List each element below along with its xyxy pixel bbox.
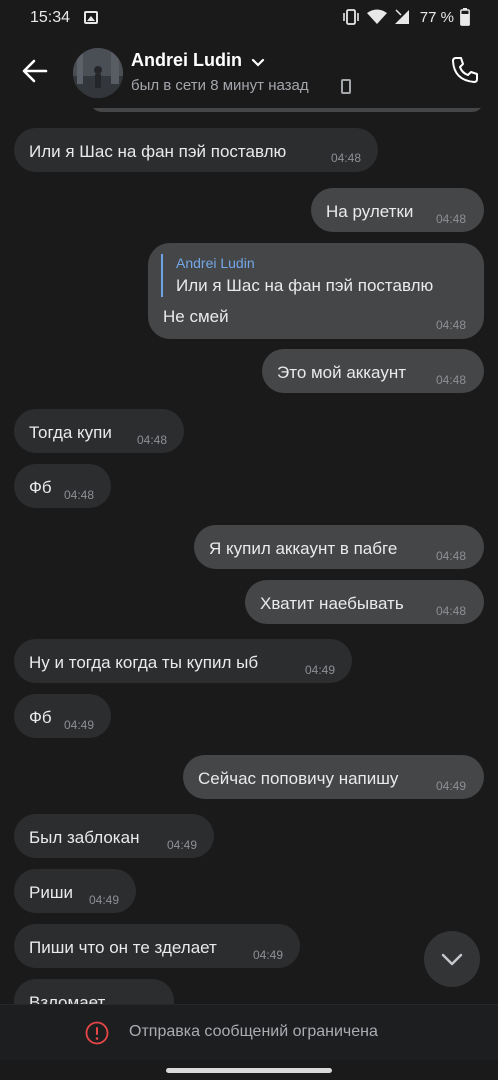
- message-text: Был заблокан: [29, 828, 140, 847]
- message-time: 04:49: [305, 663, 336, 677]
- message-text: На рулетки: [326, 202, 414, 221]
- vibrate-icon: [342, 9, 359, 25]
- message-incoming[interactable]: Или я Шас на фан пэй поставлю 04:48: [14, 128, 378, 172]
- message-time: 04:48: [436, 212, 467, 226]
- message-list[interactable]: Или я Шас на фан пэй поставлю 04:48 На р…: [0, 108, 498, 1006]
- message-text: Ну и тогда когда ты купил ыб: [29, 653, 259, 672]
- message-incoming[interactable]: Риши 04:49: [14, 869, 136, 913]
- avatar[interactable]: [73, 48, 123, 98]
- reply-quoted-text: Или я Шас на фан пэй поставлю: [176, 276, 434, 295]
- wifi-icon: [366, 9, 387, 24]
- message-time: 04:48: [64, 488, 95, 502]
- message-time: 04:49: [253, 948, 284, 962]
- signal-icon: [394, 9, 409, 24]
- message-text: Пиши что он те зделает: [29, 938, 217, 957]
- mobile-device-icon: [341, 79, 351, 94]
- arrow-left-icon[interactable]: [18, 54, 52, 88]
- status-time: 15:34: [30, 9, 71, 26]
- message-time: 04:48: [137, 433, 168, 447]
- message-incoming[interactable]: Тогда купи 04:48: [14, 409, 184, 453]
- message-text: Хватит наебывать: [260, 594, 404, 613]
- navigation-gesture-bar[interactable]: [166, 1068, 332, 1073]
- status-indicators: 77 %: [342, 8, 470, 26]
- message-text: Фб: [29, 478, 52, 497]
- scroll-to-bottom-button[interactable]: [424, 931, 480, 987]
- message-text: Фб: [29, 708, 52, 727]
- status-bar: 15:34 77 %: [0, 0, 498, 36]
- message-incoming[interactable]: Фб 04:49: [14, 694, 111, 738]
- message-incoming[interactable]: Был заблокан 04:49: [14, 814, 214, 858]
- reply-author: Andrei Ludin: [176, 255, 255, 271]
- message-incoming-partial[interactable]: Взломает: [14, 979, 174, 1006]
- message-outgoing[interactable]: Это мой аккаунт 04:48: [262, 349, 484, 393]
- message-time: 04:48: [436, 549, 467, 563]
- message-outgoing-reply[interactable]: Andrei Ludin Или я Шас на фан пэй постав…: [148, 243, 484, 339]
- message-time: 04:49: [64, 718, 95, 732]
- message-text: Сейчас поповичу напишу: [198, 769, 399, 788]
- exclamation-circle-icon: [85, 1021, 109, 1045]
- message-time: 04:49: [89, 893, 120, 907]
- message-text: Не смей: [163, 307, 229, 326]
- message-text: Я купил аккаунт в пабге: [209, 539, 398, 558]
- gallery-notification-icon: [84, 11, 98, 24]
- reply-quote-bar: [161, 254, 163, 297]
- message-time: 04:49: [167, 838, 198, 852]
- chevron-down-icon[interactable]: [251, 56, 265, 70]
- message-incoming[interactable]: Пиши что он те зделает 04:49: [14, 924, 300, 968]
- message-text: Это мой аккаунт: [277, 363, 406, 382]
- message-time: 04:48: [436, 318, 467, 332]
- restriction-notice: Отправка сообщений ограничена: [129, 1023, 378, 1040]
- message-time: 04:48: [436, 604, 467, 618]
- message-incoming[interactable]: Ну и тогда когда ты купил ыб 04:49: [14, 639, 352, 683]
- message-bubble-partial[interactable]: [90, 108, 484, 112]
- message-outgoing[interactable]: Хватит наебывать 04:48: [245, 580, 484, 624]
- contact-last-seen: был в сети 8 минут назад: [131, 77, 309, 94]
- message-time: 04:48: [436, 373, 467, 387]
- contact-name[interactable]: Andrei Ludin: [131, 50, 242, 71]
- battery-level: 77 %: [419, 8, 454, 26]
- chevron-down-icon: [441, 953, 463, 966]
- message-time: 04:48: [331, 151, 362, 165]
- phone-icon[interactable]: [450, 55, 480, 85]
- chat-header: Andrei Ludin был в сети 8 минут назад: [0, 36, 498, 108]
- message-time: 04:49: [436, 779, 467, 793]
- message-outgoing[interactable]: Сейчас поповичу напишу 04:49: [183, 755, 484, 799]
- message-incoming[interactable]: Фб 04:48: [14, 464, 111, 508]
- message-outgoing[interactable]: На рулетки 04:48: [311, 188, 484, 232]
- battery-icon: [460, 8, 470, 26]
- composer-restricted-bar: Отправка сообщений ограничена: [0, 1004, 498, 1060]
- message-outgoing[interactable]: Я купил аккаунт в пабге 04:48: [194, 525, 484, 569]
- message-text: Риши: [29, 883, 73, 902]
- message-text: Или я Шас на фан пэй поставлю: [29, 142, 287, 161]
- message-text: Тогда купи: [29, 423, 112, 442]
